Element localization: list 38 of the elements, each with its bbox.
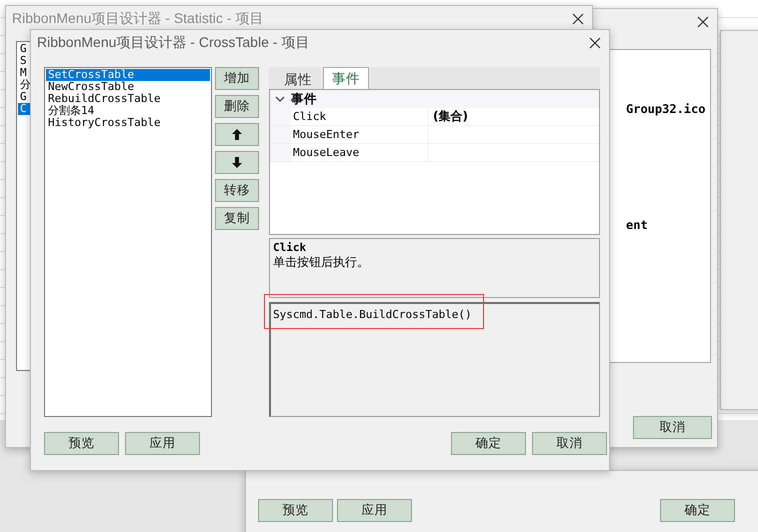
window-title: RibbonMenu项目设计器 - Statistic - 项目 xyxy=(12,10,264,28)
list-item[interactable]: SetCrossTable xyxy=(46,69,210,81)
window-title: RibbonMenu项目设计器 - CrossTable - 项目 xyxy=(37,34,310,52)
cancel-button[interactable]: 取消 xyxy=(633,416,712,439)
description-text: 单击按钮后执行。 xyxy=(273,254,370,271)
property-name: MouseLeave xyxy=(291,144,429,161)
dialog-button[interactable]: 预览 xyxy=(44,432,119,455)
description-title: Click xyxy=(273,241,308,254)
code-editor[interactable]: Syscmd.Table.BuildCrossTable() xyxy=(269,302,600,417)
up-arrow-icon xyxy=(232,129,242,140)
list-action-button[interactable]: 转移 xyxy=(215,179,259,202)
dialog-button[interactable]: 确定 xyxy=(660,499,735,522)
list-cell-text: Group32.ico xyxy=(625,102,706,116)
close-icon[interactable] xyxy=(572,13,584,25)
list-action-button[interactable]: 删除 xyxy=(215,95,259,118)
list-action-button[interactable]: 复制 xyxy=(215,207,259,230)
list-item[interactable]: RebuildCrossTable xyxy=(46,93,210,105)
down-arrow-icon xyxy=(232,157,242,168)
category-label: 事件 xyxy=(291,90,317,108)
list-item[interactable]: HistoryCrossTable xyxy=(46,117,210,129)
tab[interactable]: 事件 xyxy=(323,67,369,89)
close-icon[interactable] xyxy=(589,37,601,49)
dialog-button[interactable]: 取消 xyxy=(532,432,607,455)
list-item[interactable]: NewCrossTable xyxy=(46,81,210,93)
list-item[interactable]: 分割条14 xyxy=(46,105,210,117)
property-value: (集合) xyxy=(432,108,469,125)
tab[interactable]: 属性 xyxy=(275,69,321,89)
property-name: MouseEnter xyxy=(291,126,429,143)
dialog-button[interactable]: 应用 xyxy=(125,432,200,455)
dialog-button[interactable]: 预览 xyxy=(258,499,333,522)
list-cell-text: ent xyxy=(625,218,649,232)
close-icon[interactable] xyxy=(697,16,709,28)
dialog-button[interactable]: 确定 xyxy=(451,432,526,455)
property-name: Click xyxy=(291,108,429,125)
list-action-button[interactable]: 增加 xyxy=(215,67,259,90)
move-down-button[interactable] xyxy=(215,151,259,174)
move-up-button[interactable] xyxy=(215,123,259,146)
dialog-button[interactable]: 应用 xyxy=(337,499,412,522)
